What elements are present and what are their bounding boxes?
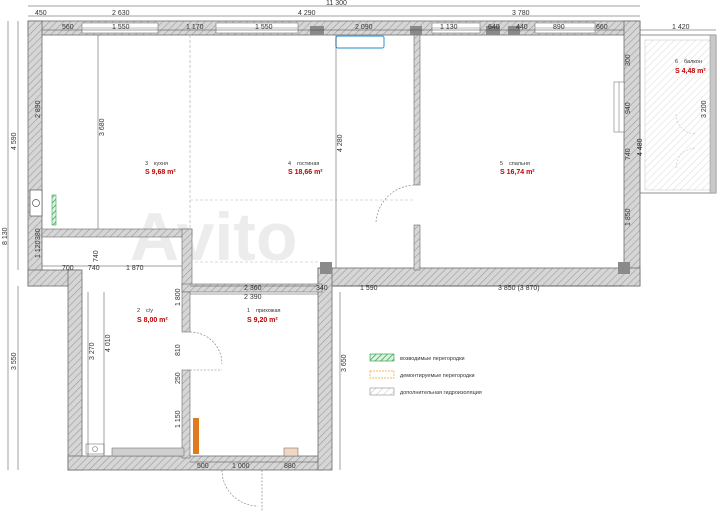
svg-text:700: 700 xyxy=(62,265,74,272)
svg-text:810: 810 xyxy=(175,344,182,356)
svg-text:4 590: 4 590 xyxy=(11,132,18,150)
svg-text:1 550: 1 550 xyxy=(255,24,273,31)
svg-text:1 170: 1 170 xyxy=(186,24,204,31)
svg-text:5: 5 xyxy=(500,161,503,167)
svg-text:возводимые перегородки: возводимые перегородки xyxy=(400,356,465,362)
svg-text:3 550: 3 550 xyxy=(11,352,18,370)
vent-shaft xyxy=(29,189,43,217)
svg-text:дополнительная гидроизоляция: дополнительная гидроизоляция xyxy=(400,390,482,396)
svg-text:1 590: 1 590 xyxy=(360,285,378,292)
svg-text:1 550: 1 550 xyxy=(112,24,130,31)
svg-text:2 390: 2 390 xyxy=(244,294,262,301)
svg-text:S 4,48 m²: S 4,48 m² xyxy=(675,68,706,75)
svg-text:3 680: 3 680 xyxy=(99,118,106,136)
room-label-bedroom: 5 спальня S 16,74 m² xyxy=(500,161,535,176)
svg-text:2 090: 2 090 xyxy=(355,24,373,31)
svg-text:1 120: 1 120 xyxy=(35,240,42,258)
svg-text:1 130: 1 130 xyxy=(440,24,458,31)
room-label-kitchen: 3 кухня S 9,68 m² xyxy=(145,161,176,176)
svg-text:с/у: с/у xyxy=(146,308,153,314)
svg-text:3 780: 3 780 xyxy=(512,10,530,17)
svg-text:250: 250 xyxy=(175,372,182,384)
svg-text:740: 740 xyxy=(88,265,100,272)
svg-text:4 480: 4 480 xyxy=(637,138,644,156)
ac-unit xyxy=(335,35,385,49)
svg-text:340: 340 xyxy=(316,285,328,292)
svg-text:S 18,66 m²: S 18,66 m² xyxy=(288,169,323,176)
svg-text:300: 300 xyxy=(625,54,632,66)
svg-text:3 650: 3 650 xyxy=(341,354,348,372)
svg-text:1 150: 1 150 xyxy=(175,410,182,428)
svg-text:спальня: спальня xyxy=(509,161,530,167)
room-label-bathroom: 2 с/у S 8,00 m² xyxy=(137,308,168,324)
windows xyxy=(81,22,625,133)
new-partition-kitchen xyxy=(51,194,57,226)
svg-text:8 130: 8 130 xyxy=(2,227,9,245)
svg-text:440: 440 xyxy=(516,24,528,31)
svg-text:6: 6 xyxy=(675,59,678,65)
svg-text:4: 4 xyxy=(288,161,291,167)
svg-text:1 870: 1 870 xyxy=(126,265,144,272)
svg-text:450: 450 xyxy=(35,10,47,17)
svg-text:3: 3 xyxy=(145,161,148,167)
room-label-hallway: 1 прихожая S 9,20 m² xyxy=(247,308,281,324)
svg-text:4 290: 4 290 xyxy=(298,10,316,17)
columns xyxy=(310,26,630,274)
legend-swatch-new xyxy=(369,353,395,362)
svg-text:2 360: 2 360 xyxy=(244,285,262,292)
svg-text:4 280: 4 280 xyxy=(337,134,344,152)
dimension-lines xyxy=(7,5,716,470)
svg-text:демонтируемые перегородки: демонтируемые перегородки xyxy=(400,373,475,379)
svg-text:балкон: балкон xyxy=(684,59,702,65)
svg-text:2: 2 xyxy=(137,308,140,314)
svg-text:2 630: 2 630 xyxy=(112,10,130,17)
svg-text:380: 380 xyxy=(35,228,42,240)
svg-text:1 000: 1 000 xyxy=(232,463,250,470)
svg-text:500: 500 xyxy=(197,463,209,470)
svg-text:1 800: 1 800 xyxy=(175,288,182,306)
svg-text:S 8,00 m²: S 8,00 m² xyxy=(137,317,168,324)
svg-text:3 200: 3 200 xyxy=(701,100,708,118)
svg-text:S 16,74 m²: S 16,74 m² xyxy=(500,169,535,176)
svg-text:740: 740 xyxy=(93,250,100,262)
svg-text:кухня: кухня xyxy=(154,161,168,167)
svg-text:2 890: 2 890 xyxy=(35,100,42,118)
legend: возводимые перегородки демонтируемые пер… xyxy=(369,353,482,396)
svg-text:660: 660 xyxy=(596,24,608,31)
svg-text:S 9,68 m²: S 9,68 m² xyxy=(145,169,176,176)
floor-plan: Avito 3 кухня S 9,68 m² 4 гостиная S 18,… xyxy=(2,0,717,512)
svg-text:1 420: 1 420 xyxy=(672,24,690,31)
svg-text:1 850: 1 850 xyxy=(625,208,632,226)
legend-swatch-demolish xyxy=(369,370,395,379)
svg-text:640: 640 xyxy=(488,24,500,31)
exterior-walls xyxy=(27,20,641,471)
svg-text:560: 560 xyxy=(62,24,74,31)
svg-text:880: 880 xyxy=(284,463,296,470)
legend-swatch-waterproofing xyxy=(369,387,395,396)
svg-text:11 300: 11 300 xyxy=(326,0,347,7)
svg-text:3 850 (3 870): 3 850 (3 870) xyxy=(498,285,540,292)
svg-text:гостиная: гостиная xyxy=(297,161,319,167)
svg-text:740: 740 xyxy=(625,148,632,160)
svg-text:прихожая: прихожая xyxy=(256,308,281,314)
svg-text:1: 1 xyxy=(247,308,250,314)
bathroom-fixtures xyxy=(85,443,299,457)
demolish-partition xyxy=(193,418,199,454)
svg-text:S 9,20 m²: S 9,20 m² xyxy=(247,317,278,324)
svg-text:890: 890 xyxy=(553,24,565,31)
svg-text:4 010: 4 010 xyxy=(105,334,112,352)
room-label-living: 4 гостиная S 18,66 m² xyxy=(288,161,323,176)
svg-text:940: 940 xyxy=(625,102,632,114)
svg-text:3 270: 3 270 xyxy=(89,342,96,360)
